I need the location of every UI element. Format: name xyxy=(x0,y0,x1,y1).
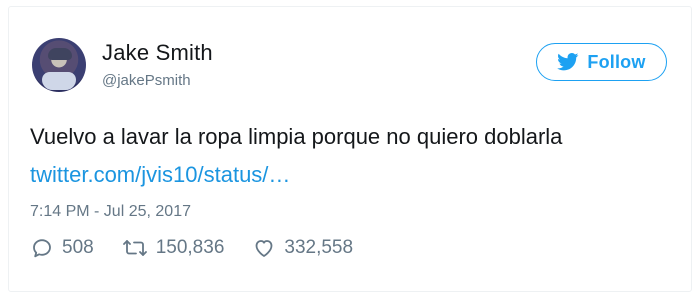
display-name[interactable]: Jake Smith xyxy=(102,40,213,66)
like-count: 332,558 xyxy=(284,237,354,258)
reply-action[interactable]: 508 xyxy=(30,236,94,260)
retweet-action[interactable]: 150,836 xyxy=(122,236,225,260)
tweet-link[interactable]: twitter.com/jvis10/status/… xyxy=(30,162,290,188)
like-action[interactable]: 332,558 xyxy=(252,236,353,260)
reply-icon xyxy=(33,239,51,258)
follow-button[interactable]: Follow xyxy=(536,43,667,81)
retweet-count: 150,836 xyxy=(155,237,225,258)
follow-label: Follow xyxy=(587,51,646,72)
user-handle[interactable]: @jakePsmith xyxy=(102,72,191,89)
twitter-bird-icon xyxy=(557,53,579,71)
heart-icon xyxy=(255,240,273,257)
tweet-actions: 508 150,836 332,558 xyxy=(30,234,353,262)
reply-count: 508 xyxy=(62,237,94,258)
retweet-icon xyxy=(122,240,147,256)
tweet-text: Vuelvo a lavar la ropa limpia porque no … xyxy=(30,124,563,149)
avatar-cap xyxy=(48,48,72,60)
tweet-card: Jake Smith @jakePsmith Follow Vuelvo a l… xyxy=(0,0,700,302)
tweet-timestamp[interactable]: 7:14 PM - Jul 25, 2017 xyxy=(30,203,191,221)
avatar-shirt xyxy=(42,72,76,90)
avatar[interactable] xyxy=(32,38,86,92)
